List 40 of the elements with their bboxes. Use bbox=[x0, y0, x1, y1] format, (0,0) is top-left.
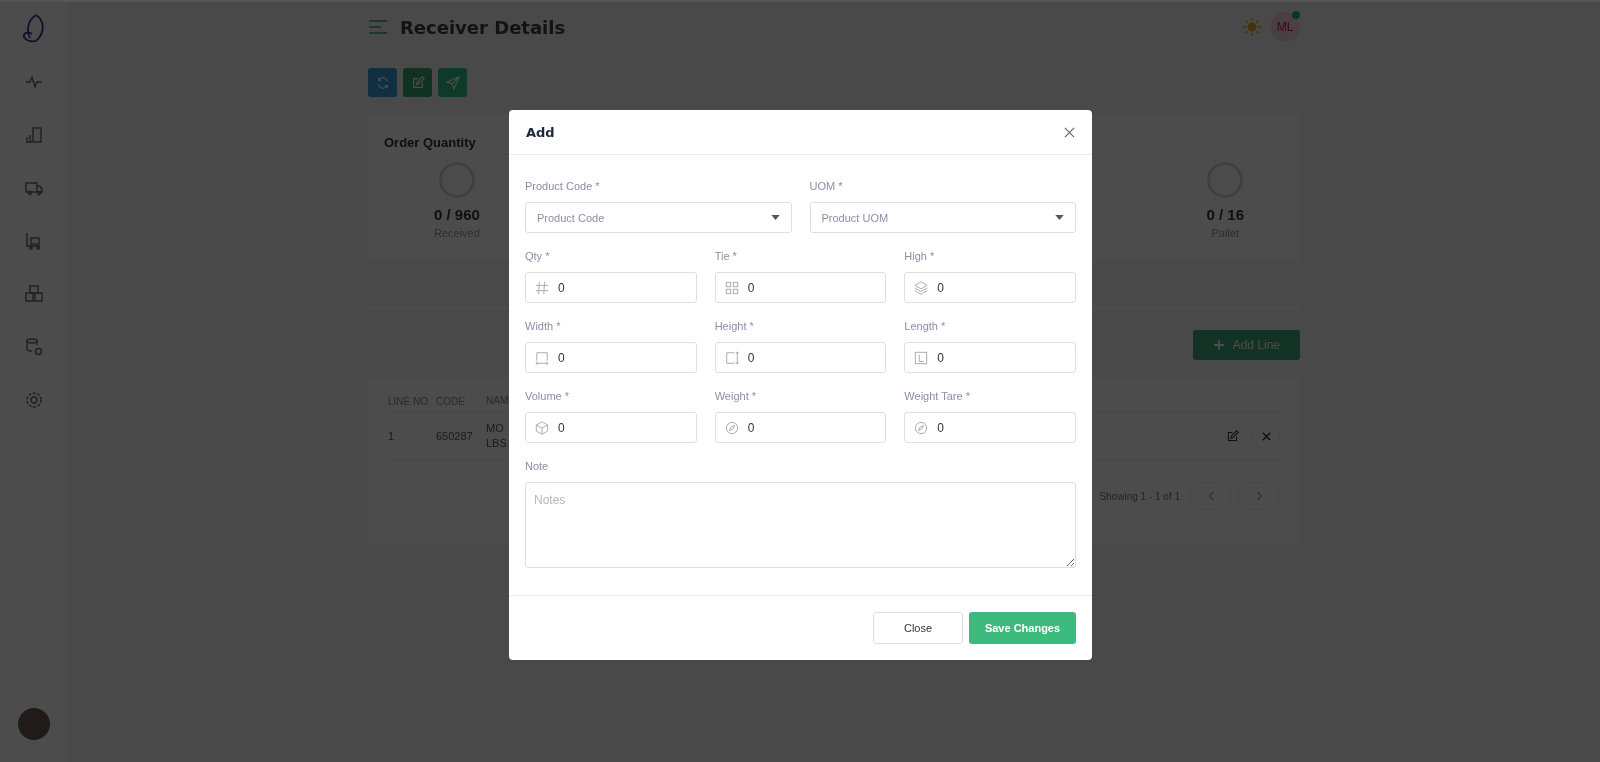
field-label: Volume * bbox=[525, 389, 571, 403]
number-field[interactable]: 0 bbox=[525, 412, 697, 443]
field-label: Tie * bbox=[714, 249, 738, 263]
number-field[interactable]: 0 bbox=[904, 342, 1076, 373]
cube-icon bbox=[535, 420, 549, 435]
height-icon bbox=[724, 350, 739, 365]
number-field[interactable]: 0 bbox=[714, 272, 887, 303]
stat-value: 0 / 16 bbox=[1206, 206, 1244, 223]
field-label: Height * bbox=[714, 319, 755, 333]
number-field[interactable]: 0 bbox=[714, 342, 887, 373]
hash-icon bbox=[535, 280, 549, 295]
grid-icon bbox=[724, 280, 739, 295]
compass-icon bbox=[724, 420, 739, 435]
card-title: Order Quantity bbox=[384, 135, 477, 150]
field-label: UOM * bbox=[809, 179, 844, 193]
field-label: Note bbox=[525, 459, 550, 473]
field-label: Weight * bbox=[714, 389, 758, 403]
field-label: Weight Tare * bbox=[904, 389, 971, 403]
compass-icon bbox=[914, 420, 929, 435]
number-field[interactable]: 0 bbox=[525, 272, 697, 303]
number-field[interactable]: 0 bbox=[904, 272, 1076, 303]
dialog-title: Add bbox=[526, 124, 555, 140]
close-button[interactable]: Close bbox=[873, 612, 963, 644]
number-field[interactable]: 0 bbox=[714, 412, 887, 443]
layers-icon bbox=[914, 280, 929, 295]
field-label: Width * bbox=[525, 319, 562, 333]
field-label: Product Code * bbox=[525, 179, 601, 193]
width-icon bbox=[535, 350, 549, 365]
field-label: Length * bbox=[904, 319, 947, 333]
notes-field[interactable]: Notes bbox=[525, 482, 1076, 568]
field-label: Qty * bbox=[525, 249, 551, 263]
length-icon bbox=[914, 350, 929, 365]
field-label: High * bbox=[904, 249, 936, 263]
number-field[interactable]: 0 bbox=[525, 342, 697, 373]
stat-value: 0 / 960 bbox=[434, 206, 480, 223]
number-field[interactable]: 0 bbox=[904, 412, 1076, 443]
caret-icon bbox=[770, 215, 780, 220]
page-title: Receiver Details bbox=[400, 16, 566, 38]
close-icon[interactable] bbox=[1064, 126, 1075, 138]
caret-icon bbox=[1055, 215, 1064, 220]
